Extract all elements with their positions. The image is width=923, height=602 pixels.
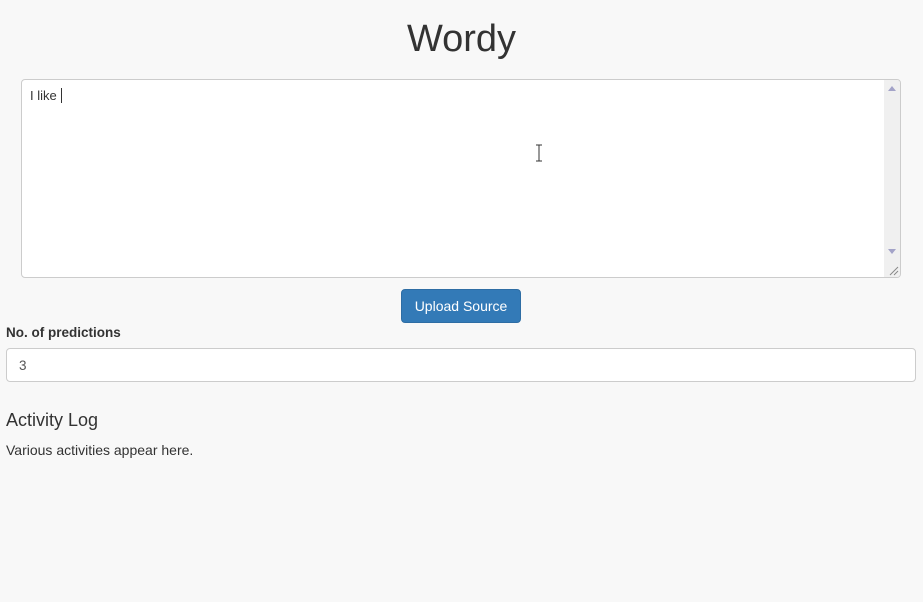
scroll-up-arrow-icon[interactable] bbox=[888, 86, 896, 91]
scroll-down-arrow-icon[interactable] bbox=[888, 249, 896, 254]
text-area-content: I like bbox=[30, 88, 63, 104]
upload-source-button[interactable]: Upload Source bbox=[401, 289, 521, 323]
text-caret bbox=[61, 88, 63, 103]
resize-handle-icon[interactable] bbox=[884, 261, 900, 277]
predictions-label: No. of predictions bbox=[6, 325, 121, 340]
page-title: Wordy bbox=[406, 18, 517, 60]
text-cursor-icon bbox=[536, 144, 542, 162]
predictions-input[interactable] bbox=[6, 348, 916, 382]
page: Wordy I like Upload Source No. of predic… bbox=[0, 0, 923, 602]
text-area-value: I like bbox=[30, 88, 61, 103]
activity-log-heading: Activity Log bbox=[6, 410, 99, 430]
source-text-area[interactable]: I like bbox=[21, 79, 901, 278]
vertical-scrollbar[interactable] bbox=[884, 80, 900, 262]
activity-log-text: Various activities appear here. bbox=[6, 442, 194, 458]
